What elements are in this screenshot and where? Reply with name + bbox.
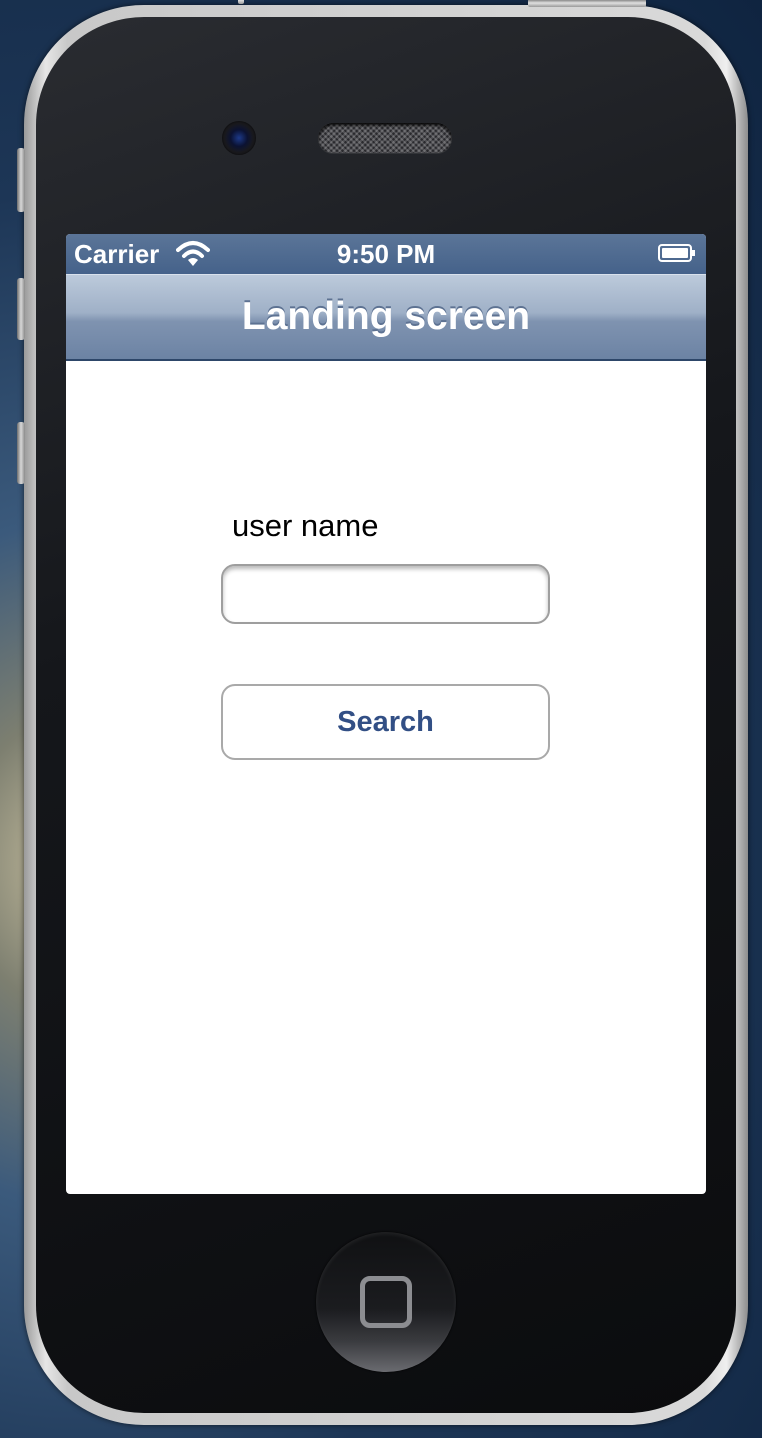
- search-button[interactable]: Search: [221, 684, 550, 760]
- page-title: Landing screen: [241, 295, 531, 338]
- username-label: user name: [232, 508, 379, 543]
- navigation-bar: Landing screen: [66, 274, 706, 361]
- volume-up-button[interactable]: [17, 278, 25, 340]
- sleep-button[interactable]: [528, 0, 646, 7]
- camera-icon: [222, 121, 256, 155]
- mute-switch[interactable]: [17, 148, 25, 212]
- battery-icon: [658, 244, 695, 262]
- speaker-grille-icon: [318, 123, 452, 153]
- volume-down-button[interactable]: [17, 422, 25, 484]
- status-bar: Carrier 9:50 PM: [66, 234, 706, 274]
- home-button[interactable]: [316, 1232, 456, 1372]
- home-button-icon: [360, 1276, 412, 1328]
- status-time: 9:50 PM: [336, 239, 436, 269]
- top-notch-marker: [238, 0, 244, 4]
- username-input[interactable]: [221, 564, 550, 624]
- app-screen: Carrier 9:50 PM Landing screen user name…: [66, 234, 706, 1194]
